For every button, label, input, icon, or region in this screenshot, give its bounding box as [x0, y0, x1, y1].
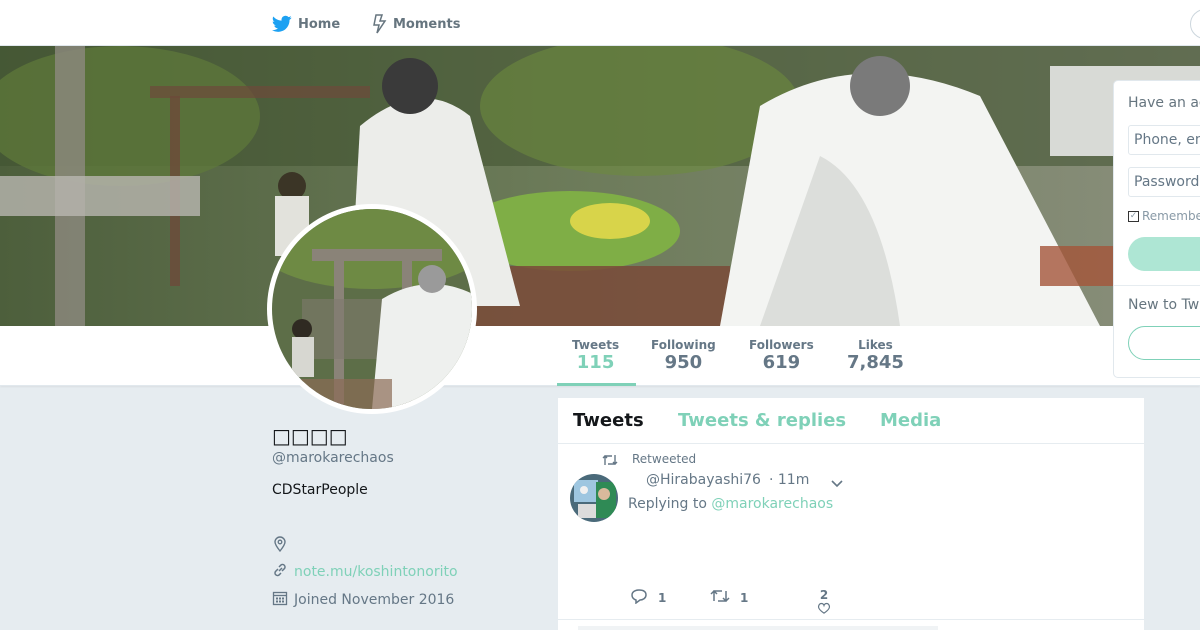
reply-button[interactable]: 1: [630, 588, 666, 607]
like-count: 2: [819, 588, 829, 602]
profile-page: Home Moments Tweets 115 Following 950 Fo…: [0, 0, 1200, 630]
signup-button[interactable]: [1128, 326, 1200, 360]
nav-moments-label: Moments: [393, 16, 461, 32]
tweet-author-handle[interactable]: @Hirabayashi76: [646, 472, 761, 488]
retweeted-label: Retweeted: [632, 452, 697, 466]
active-stat-indicator: [557, 383, 636, 386]
stat-followers-value: 619: [762, 352, 801, 373]
account-menu-button[interactable]: [1190, 9, 1200, 39]
timeline: Tweets Tweets & replies Media Retweeted …: [557, 397, 1146, 630]
login-button[interactable]: [1128, 237, 1200, 271]
profile-handle[interactable]: @marokarechaos: [272, 450, 394, 466]
profile-nav: Tweets 115 Following 950 Followers 619 L…: [0, 326, 1200, 386]
profile-url-link[interactable]: note.mu/koshintonorito: [294, 564, 458, 580]
login-title: Have an ac: [1128, 95, 1200, 111]
password-input[interactable]: Password: [1128, 167, 1200, 197]
stat-likes[interactable]: Likes 7,845: [847, 338, 904, 374]
tab-tweets[interactable]: Tweets: [573, 410, 644, 431]
profile-avatar[interactable]: [267, 204, 477, 414]
remember-me-label: Remembe: [1142, 209, 1200, 223]
stat-tweets-value: 115: [576, 352, 615, 373]
chevron-down-icon[interactable]: [830, 474, 844, 493]
tweet-item[interactable]: Retweeted @Hirabayashi76 · 11m Replying …: [558, 444, 1146, 620]
reply-count: 1: [658, 590, 667, 605]
like-button[interactable]: 2: [812, 588, 836, 616]
stat-followers[interactable]: Followers 619: [749, 338, 814, 374]
location-pin-icon: [272, 536, 288, 556]
profile-location: [272, 536, 288, 556]
replying-to-handle[interactable]: @marokarechaos: [711, 496, 833, 512]
link-icon: [272, 562, 288, 582]
phone-email-input[interactable]: Phone, em: [1128, 125, 1200, 155]
next-tweet-preview: [578, 626, 938, 630]
top-nav: Home Moments: [0, 0, 1200, 46]
stat-followers-label: Followers: [749, 338, 814, 352]
remember-me-row[interactable]: ✓ Remembe: [1128, 209, 1200, 223]
new-to-twitter-label: New to Tw: [1128, 297, 1200, 313]
profile-joined-row: Joined November 2016: [272, 590, 454, 610]
stat-likes-value: 7,845: [847, 352, 904, 373]
stat-tweets[interactable]: Tweets 115: [572, 338, 619, 374]
stat-tweets-label: Tweets: [572, 338, 620, 352]
bird-icon: [272, 15, 292, 33]
tweet-timestamp[interactable]: · 11m: [769, 472, 809, 488]
stat-following[interactable]: Following 950: [651, 338, 716, 374]
calendar-icon: [272, 590, 288, 610]
login-divider: [1114, 285, 1200, 286]
profile-name: □□□□: [272, 424, 348, 448]
reply-icon: [630, 588, 648, 607]
replying-to: Replying to @marokarechaos: [628, 496, 833, 512]
remember-me-checkbox[interactable]: ✓: [1128, 210, 1139, 222]
profile-joined-date: Joined November 2016: [294, 592, 455, 608]
stat-following-value: 950: [664, 352, 703, 373]
lightning-icon: [373, 14, 387, 34]
retweet-count: 1: [740, 590, 749, 605]
header-banner-image: [0, 46, 1200, 326]
stat-following-label: Following: [651, 338, 716, 352]
retweet-context-icon: [602, 452, 618, 471]
profile-avatar-image: [272, 209, 472, 409]
retweet-button[interactable]: 1: [710, 588, 748, 607]
nav-home-label: Home: [298, 16, 341, 32]
profile-url-row: note.mu/koshintonorito: [272, 562, 458, 582]
nav-moments[interactable]: Moments: [373, 12, 460, 36]
tab-tweets-replies[interactable]: Tweets & replies: [678, 410, 846, 431]
tab-media[interactable]: Media: [880, 410, 941, 431]
stat-likes-label: Likes: [858, 338, 893, 352]
timeline-tabs: Tweets Tweets & replies Media: [558, 398, 1146, 444]
retweet-icon: [710, 588, 730, 607]
profile-bio: CDStarPeople: [272, 482, 368, 498]
tweet-author-avatar[interactable]: [570, 474, 618, 522]
replying-to-prefix: Replying to: [628, 496, 707, 512]
nav-home[interactable]: Home: [272, 12, 340, 36]
login-panel: Have an ac Phone, em Password ✓ Remembe …: [1113, 80, 1200, 378]
heart-icon: [816, 602, 832, 617]
